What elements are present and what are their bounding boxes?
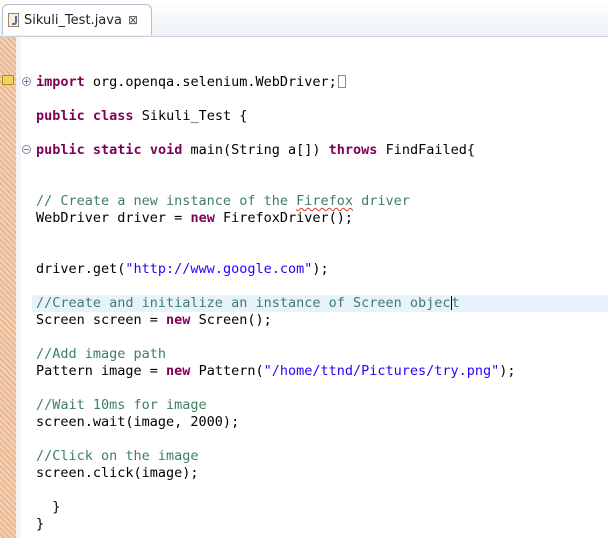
code-line-close-method: } [36,499,61,515]
fold-collapse-icon[interactable]: − [22,145,31,154]
tab-sikuli-test-java[interactable]: Sikuli_Test.java ⊠ [2,4,152,35]
java-file-icon [8,13,19,27]
editor-tab-bar: Sikuli_Test.java ⊠ [0,0,608,37]
code-line-comment-click: //Click on the image [36,448,199,464]
code-line-driver-get: driver.get("http://www.google.com"); [36,261,329,277]
code-line-comment-screen: //Create and initialize an instance of S… [36,295,460,311]
warning-marker-icon[interactable] [2,75,14,85]
code-line-class-declaration: public class Sikuli_Test { [36,108,248,124]
code-editor[interactable]: + − import org.openqa.selenium.WebDriver… [0,37,608,538]
code-line-comment-firefox: // Create a new instance of the Firefox … [36,193,410,209]
code-line-comment-wait: //Wait 10ms for image [36,397,207,413]
folded-content-marker[interactable] [337,75,346,88]
spelling-squiggle: Firefox [296,193,353,209]
close-tab-icon[interactable]: ⊠ [128,13,138,27]
code-line-screen: Screen screen = new Screen(); [36,312,272,328]
code-line-click: screen.click(image); [36,465,199,481]
overview-gutter [0,37,16,538]
code-line-comment-image-path: //Add image path [36,346,167,362]
code-line-wait: screen.wait(image, 2000); [36,414,240,430]
code-line-webdriver: WebDriver driver = new FirefoxDriver(); [36,210,353,226]
line-ruler [16,37,21,538]
code-line-main-method: public static void main(String a[]) thro… [36,142,475,158]
code-line-close-class: } [36,516,45,532]
code-line-import: import org.openqa.selenium.WebDriver; [36,74,346,91]
code-line-pattern: Pattern image = new Pattern("/home/ttnd/… [36,363,516,379]
fold-expand-icon[interactable]: + [22,77,31,86]
tab-title: Sikuli_Test.java [24,12,122,28]
